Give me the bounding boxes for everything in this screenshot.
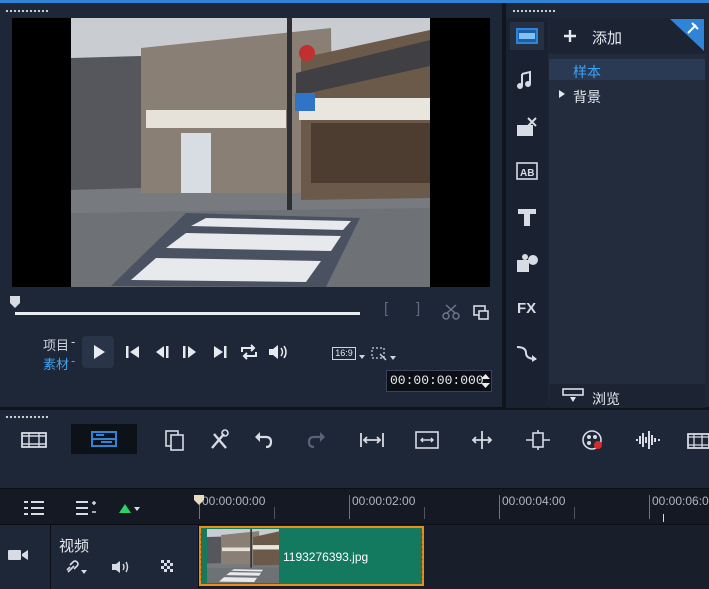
playback-scrubber[interactable] (15, 312, 360, 315)
timecode-display[interactable]: 00:00:00:000 (386, 370, 492, 392)
repeat-icon[interactable] (239, 343, 259, 361)
ruler-tick (424, 507, 425, 519)
aspect-ratio-button[interactable]: 16:9 (332, 347, 356, 360)
mark-in-button[interactable]: [ (384, 300, 388, 317)
svg-text:FX: FX (517, 300, 536, 317)
ruler-label: 00:00:04:00 (502, 494, 566, 508)
ruler-tick (349, 495, 350, 519)
clip-trim-handle-right[interactable] (420, 532, 423, 580)
undo-icon[interactable] (251, 428, 275, 452)
chevron-down-icon[interactable] (389, 355, 397, 361)
media-category-button[interactable] (510, 22, 544, 50)
library-item-samples[interactable]: 样本 (573, 62, 601, 82)
add-remove-chapter-icon[interactable] (74, 499, 98, 517)
instant-project-icon[interactable] (514, 116, 540, 138)
pin-toggle[interactable] (670, 19, 704, 51)
play-icon (94, 345, 105, 359)
filter-category-icon[interactable]: FX (514, 296, 540, 318)
browse-icon[interactable] (562, 387, 586, 405)
timeline-clip[interactable]: 1193276393.jpg (199, 526, 424, 586)
svg-text:AB: AB (520, 168, 534, 179)
next-frame-icon[interactable] (180, 344, 198, 360)
path-category-icon[interactable] (514, 342, 540, 364)
timecode-stepper[interactable] (480, 372, 491, 390)
sound-mixer-icon[interactable] (633, 428, 661, 452)
expand-arrow-icon[interactable] (558, 89, 566, 99)
link-icon[interactable] (64, 560, 88, 576)
storyboard-view-icon[interactable] (20, 428, 48, 452)
ripple-edit-icon[interactable] (469, 428, 495, 452)
mark-out-button[interactable]: ] (416, 300, 420, 317)
fit-project-icon[interactable] (359, 428, 385, 452)
preview-photo (71, 18, 430, 287)
clip-name-label: 1193276393.jpg (283, 550, 369, 564)
chevron-down-icon[interactable] (358, 354, 366, 360)
pin-icon (670, 19, 704, 51)
clip-trim-handle-left[interactable] (200, 532, 203, 580)
ruler-tick (574, 507, 575, 519)
previous-frame-icon[interactable] (154, 344, 172, 360)
split-clip-icon[interactable] (442, 304, 460, 320)
record-capture-icon[interactable] (414, 428, 440, 452)
ripple-toggle-icon[interactable] (160, 559, 176, 575)
go-to-end-icon[interactable] (211, 344, 229, 360)
project-mode-dash: - (71, 334, 76, 349)
enlarge-preview-icon[interactable] (472, 304, 490, 320)
mute-track-icon[interactable] (110, 559, 132, 575)
video-track-icon (8, 550, 28, 560)
play-button[interactable] (82, 336, 114, 368)
track-manager-icon[interactable] (22, 499, 46, 517)
player-drag-handle[interactable] (5, 9, 49, 13)
clip-thumbnail (207, 529, 279, 583)
browse-button[interactable]: 浏览 (592, 389, 620, 409)
title-category-icon[interactable] (514, 206, 540, 228)
music-category-icon[interactable] (514, 70, 540, 92)
ruler-tick (499, 495, 500, 519)
preview-window[interactable] (12, 18, 490, 287)
volume-icon[interactable] (267, 343, 289, 361)
ruler-label: 00:00:00:00 (202, 494, 266, 508)
crop-frame-icon[interactable] (370, 346, 388, 362)
clip-mode-dash: - (71, 353, 76, 368)
ruler-tick (649, 495, 650, 519)
ruler-tick (274, 507, 275, 519)
trim-icon[interactable] (524, 428, 552, 452)
time-ruler[interactable]: 00:00:00:00 00:00:02:00 00:00:04:00 00:0… (199, 489, 709, 519)
timeline-view-button[interactable] (71, 424, 137, 454)
go-to-start-icon[interactable] (124, 344, 142, 360)
copy-clip-icon[interactable] (163, 428, 187, 452)
auto-music-icon[interactable] (580, 428, 606, 452)
divider (50, 525, 51, 589)
divider (0, 524, 709, 525)
multi-camera-icon[interactable] (686, 428, 709, 452)
add-icon[interactable] (562, 28, 578, 44)
enable-ripple-icon[interactable] (117, 501, 141, 515)
library-drag-handle[interactable] (512, 9, 556, 13)
graphics-category-icon[interactable] (514, 252, 540, 274)
transition-category-icon[interactable]: AB (514, 160, 540, 182)
redo-icon[interactable] (305, 428, 329, 452)
project-mode-label[interactable]: 项目 (43, 335, 69, 354)
ruler-label: 00:00:02:00 (352, 494, 416, 508)
timeline-drag-handle[interactable] (5, 415, 49, 419)
playhead-marker[interactable] (193, 494, 205, 506)
track-name-label: 视频 (59, 538, 90, 555)
clip-mode-label[interactable]: 素材 (43, 354, 69, 373)
timeline-view-icon (91, 431, 117, 447)
add-button[interactable]: 添加 (592, 27, 622, 48)
tools-icon[interactable] (208, 428, 232, 452)
project-end-marker (663, 514, 664, 522)
scrubber-thumb[interactable] (9, 295, 21, 309)
ruler-label: 00:00:06:0 (652, 494, 709, 508)
film-icon (516, 28, 538, 44)
library-item-backgrounds[interactable]: 背景 (573, 87, 601, 107)
